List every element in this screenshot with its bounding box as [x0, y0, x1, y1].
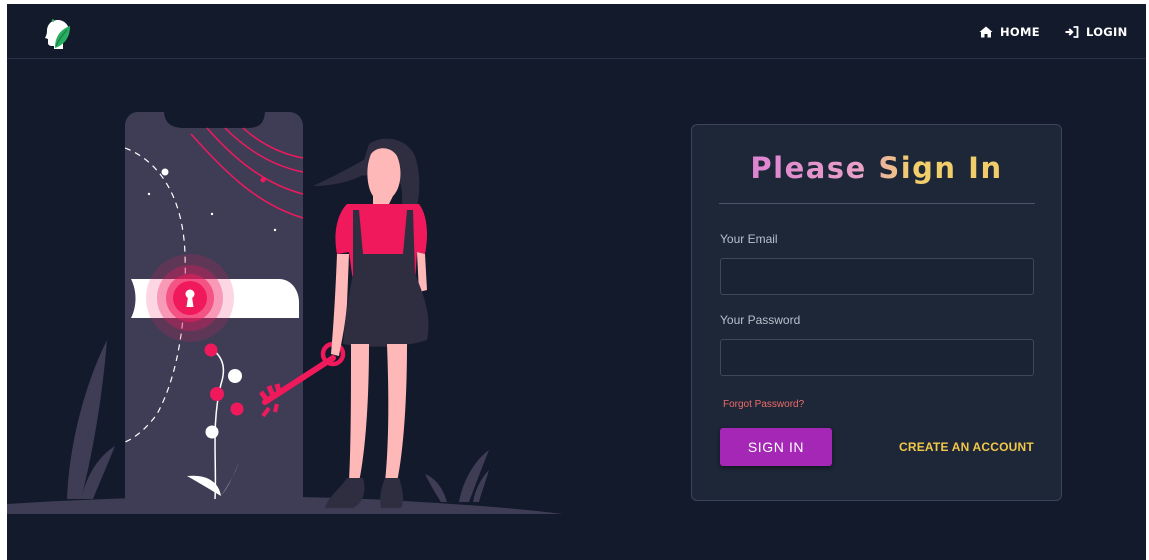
nav-login-label: LOGIN: [1086, 25, 1128, 39]
sign-in-icon: [1065, 26, 1079, 38]
nav-login-link[interactable]: LOGIN: [1065, 24, 1128, 40]
card-title: Please Sign In: [692, 151, 1061, 185]
nav-home-link[interactable]: HOME: [979, 24, 1040, 40]
email-label: Your Email: [720, 232, 778, 246]
home-icon: [979, 26, 993, 38]
email-field[interactable]: [720, 258, 1034, 295]
sign-in-button[interactable]: SIGN IN: [720, 428, 832, 466]
app-window: HOME LOGIN Please Sign In Your Email You…: [7, 4, 1146, 560]
forgot-password-link[interactable]: Forgot Password?: [723, 399, 804, 410]
create-account-link[interactable]: CREATE AN ACCOUNT: [899, 440, 1034, 454]
head-leaf-logo-icon[interactable]: [43, 18, 73, 50]
sign-in-card: Please Sign In Your Email Your Password …: [691, 124, 1062, 501]
top-navbar: HOME LOGIN: [7, 4, 1146, 59]
password-label: Your Password: [720, 313, 801, 327]
security-key-illustration: [7, 112, 563, 514]
title-divider: [719, 203, 1035, 204]
nav-home-label: HOME: [1000, 25, 1040, 39]
password-field[interactable]: [720, 339, 1034, 376]
